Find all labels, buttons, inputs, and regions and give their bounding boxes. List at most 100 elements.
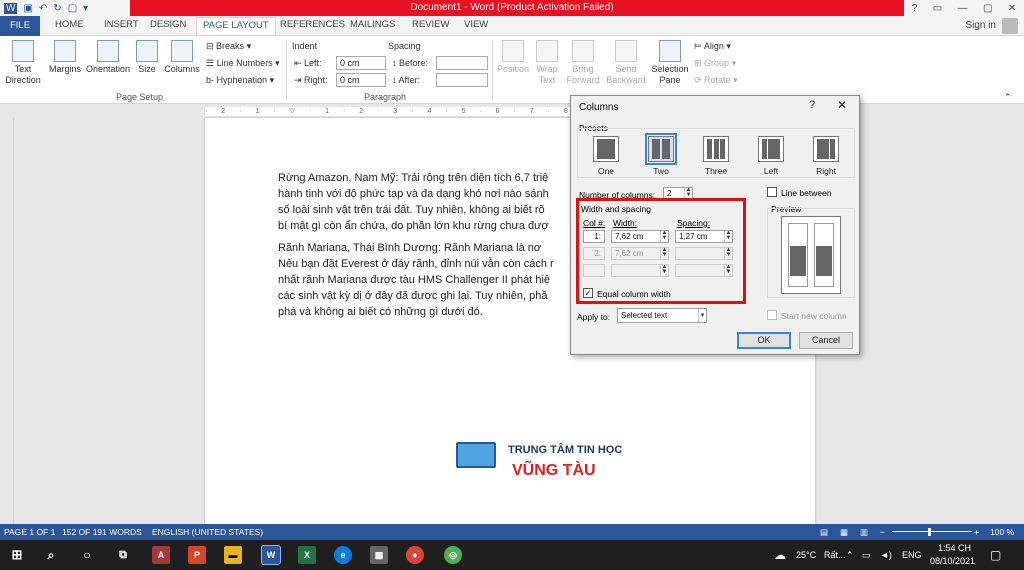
- read-mode-icon[interactable]: ▤: [820, 527, 828, 538]
- window-title: Document1 - Word (Product Activation Fai…: [410, 2, 614, 13]
- preview-column-2: [814, 223, 834, 287]
- sign-in-link[interactable]: Sign in: [965, 20, 996, 31]
- excel-app-icon[interactable]: X: [298, 546, 316, 564]
- task-view-icon[interactable]: ⧉: [114, 546, 132, 564]
- word-count[interactable]: 152 OF 191 WORDS: [62, 527, 142, 537]
- tab-view[interactable]: VIEW: [464, 19, 488, 30]
- group-separator: [492, 40, 493, 100]
- access-app-icon[interactable]: A: [152, 546, 170, 564]
- chrome-browser-icon[interactable]: ●: [406, 546, 424, 564]
- computer-icon: [456, 442, 496, 468]
- chevron-down-icon[interactable]: ▾: [698, 309, 706, 322]
- avatar[interactable]: [1002, 18, 1018, 34]
- margins-button[interactable]: Margins: [48, 40, 82, 75]
- page-count[interactable]: PAGE 1 OF 1: [4, 527, 55, 537]
- window-controls: ? ▭ — ▢ ✕: [904, 0, 1024, 16]
- zoom-slider[interactable]: [892, 531, 972, 532]
- wrap-text-button[interactable]: Wrap Text: [532, 40, 562, 86]
- help-icon[interactable]: ?: [809, 99, 815, 111]
- preset-two[interactable]: Two: [643, 133, 679, 176]
- status-bar: PAGE 1 OF 1 152 OF 191 WORDS ENGLISH (UN…: [0, 524, 1024, 540]
- weather-temperature[interactable]: 25°C: [796, 550, 816, 560]
- orientation-button[interactable]: Orientation: [84, 40, 132, 75]
- indent-left-input[interactable]: 0 cm: [336, 56, 386, 70]
- tab-home[interactable]: HOME: [55, 19, 84, 30]
- breaks-button[interactable]: ⊟ Breaks ▾: [206, 41, 251, 52]
- zoom-level[interactable]: 100 %: [990, 527, 1014, 537]
- zoom-in-icon[interactable]: +: [974, 527, 979, 537]
- tab-mailings[interactable]: MAILINGS: [350, 19, 395, 30]
- group-button[interactable]: ⊞ Group ▾: [694, 58, 736, 69]
- file-explorer-icon[interactable]: ▬: [224, 546, 242, 564]
- coccoc-browser-icon[interactable]: ◎: [444, 546, 462, 564]
- weather-icon[interactable]: ☁: [774, 548, 786, 562]
- tab-file[interactable]: FILE: [0, 16, 40, 36]
- align-button[interactable]: ⊨ Align ▾: [694, 41, 731, 52]
- selection-pane-button[interactable]: Selection Pane: [650, 40, 690, 86]
- tab-design[interactable]: DESIGN: [150, 19, 186, 30]
- size-button[interactable]: Size: [135, 40, 159, 75]
- document-text[interactable]: Rừng Amazon, Nam Mỹ: Trải rộng trên diện…: [278, 170, 578, 326]
- collapse-ribbon-icon[interactable]: ⌃: [1004, 92, 1012, 103]
- windows-start-icon[interactable]: ⊞: [8, 546, 26, 564]
- preset-three[interactable]: Three: [698, 136, 734, 176]
- tab-page-layout[interactable]: PAGE LAYOUT: [196, 17, 276, 34]
- spacing-label: Spacing: [388, 41, 421, 51]
- line-between-label: Line between: [781, 188, 832, 198]
- ribbon-options-icon[interactable]: ▭: [933, 3, 942, 14]
- cortana-icon[interactable]: ○: [78, 546, 96, 564]
- print-layout-icon[interactable]: ▦: [840, 527, 848, 538]
- ribbon: Text Direction Margins Orientation Size …: [0, 36, 1024, 104]
- tab-insert[interactable]: INSERT: [104, 19, 139, 30]
- tray-chevron-icon[interactable]: ⌃: [846, 550, 854, 561]
- paragraph-2[interactable]: Rãnh Mariana, Thái Bình Dương: Rãnh Mari…: [278, 240, 578, 320]
- maximize-icon[interactable]: ▢: [983, 3, 992, 14]
- line-numbers-button[interactable]: ☰ Line Numbers ▾: [206, 58, 280, 69]
- start-new-column-checkbox[interactable]: [767, 310, 777, 320]
- calculator-icon[interactable]: ▦: [370, 546, 388, 564]
- volume-icon[interactable]: ◄): [880, 550, 892, 560]
- clock-date[interactable]: 08/10/2021: [930, 556, 975, 566]
- close-icon[interactable]: ✕: [1008, 3, 1016, 14]
- weather-description[interactable]: Rất...: [824, 550, 846, 560]
- line-between-checkbox[interactable]: [767, 187, 777, 197]
- send-backward-button[interactable]: Send Backward: [604, 40, 648, 86]
- clock-time[interactable]: 1:54 CH: [938, 543, 971, 553]
- preset-right[interactable]: Right: [808, 136, 844, 176]
- language-indicator[interactable]: ENG: [902, 550, 922, 560]
- columns-icon: [171, 40, 193, 62]
- columns-button[interactable]: Columns: [163, 40, 201, 75]
- cancel-button[interactable]: Cancel: [799, 332, 853, 349]
- spacing-before-input[interactable]: [436, 56, 488, 70]
- indent-right-input[interactable]: 0 cm: [336, 73, 386, 87]
- preset-left[interactable]: Left: [753, 136, 789, 176]
- spacing-after-input[interactable]: [436, 73, 488, 87]
- tab-references[interactable]: REFERENCES: [280, 19, 345, 30]
- text-direction-button[interactable]: Text Direction: [2, 40, 44, 86]
- preset-one[interactable]: One: [588, 136, 624, 176]
- web-layout-icon[interactable]: ▥: [860, 527, 868, 538]
- ok-button[interactable]: OK: [737, 332, 791, 349]
- rotate-button[interactable]: ⟳ Rotate ▾: [694, 75, 738, 86]
- word-app-icon[interactable]: W: [261, 545, 281, 565]
- preset-two-icon: [645, 133, 677, 165]
- powerpoint-app-icon[interactable]: P: [188, 546, 206, 564]
- network-icon[interactable]: ▭: [862, 550, 871, 561]
- search-icon[interactable]: ⌕: [42, 546, 60, 564]
- help-icon[interactable]: ?: [912, 3, 918, 14]
- close-icon[interactable]: ✕: [837, 98, 847, 112]
- preset-right-icon: [813, 136, 839, 162]
- paragraph-1[interactable]: Rừng Amazon, Nam Mỹ: Trải rộng trên diện…: [278, 170, 578, 234]
- edge-browser-icon[interactable]: e: [334, 546, 352, 564]
- minimize-icon[interactable]: —: [958, 3, 968, 14]
- notifications-icon[interactable]: ▢: [990, 548, 1001, 562]
- zoom-out-icon[interactable]: −: [880, 527, 885, 537]
- tab-review[interactable]: REVIEW: [412, 19, 449, 30]
- bring-forward-button[interactable]: Bring Forward: [564, 40, 602, 86]
- language-indicator[interactable]: ENGLISH (UNITED STATES): [152, 527, 263, 537]
- indent-left-label: ⇤ Left:: [294, 58, 322, 68]
- zoom-slider-thumb[interactable]: [928, 528, 931, 536]
- position-button[interactable]: Position: [496, 40, 530, 75]
- hyphenation-button[interactable]: b- Hyphenation ▾: [206, 75, 274, 86]
- apply-to-select[interactable]: Selected text ▾: [617, 308, 707, 323]
